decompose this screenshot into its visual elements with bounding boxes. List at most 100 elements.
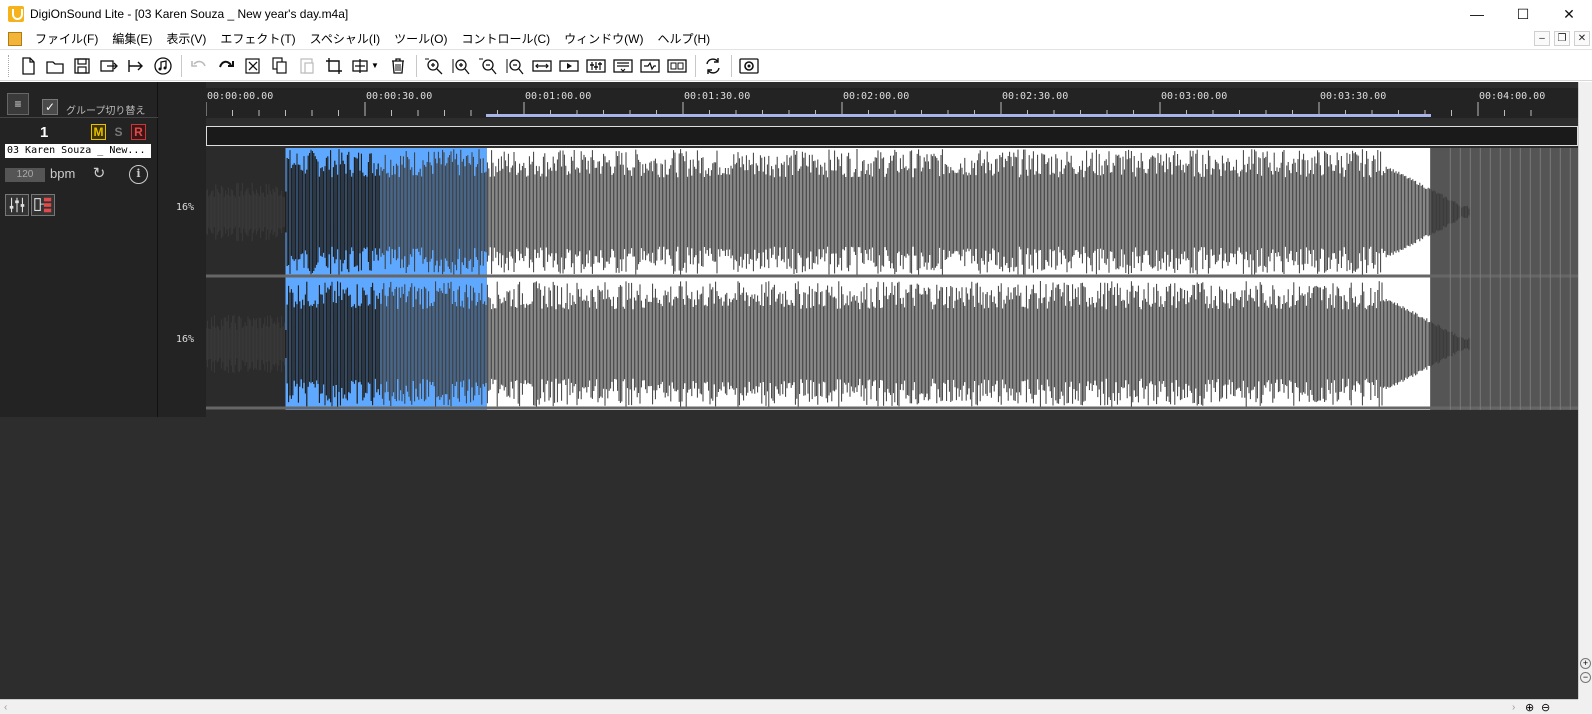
scrollbar-corner (1578, 699, 1592, 714)
undo-icon[interactable] (186, 54, 211, 78)
menu-tools[interactable]: ツール(O) (387, 30, 454, 47)
ruler-tick-label: 00:02:00.00 (843, 91, 909, 102)
reload-icon[interactable]: ↻ (91, 166, 107, 182)
menu-effect[interactable]: エフェクト(T) (213, 30, 302, 47)
waveform-svg (205, 148, 1578, 410)
ruler-tick-label: 00:01:00.00 (525, 91, 591, 102)
doc-close-button[interactable]: ✕ (1574, 31, 1590, 46)
list-icon[interactable] (610, 54, 635, 78)
track-header-panel: ≡ ✓ グループ切り替え 1 M S R 03 Karen Souza _ Ne… (0, 82, 158, 417)
track-name[interactable]: 03 Karen Souza _ New... (5, 144, 151, 158)
document-icon[interactable] (8, 31, 22, 46)
loop-icon[interactable] (637, 54, 662, 78)
window-controls: — ☐ ✕ (1454, 0, 1592, 28)
toolbar-separator (181, 54, 182, 77)
zoom-in-horizontal-icon[interactable]: ⊕ (1525, 701, 1534, 714)
doc-minimize-button[interactable]: – (1534, 31, 1550, 46)
menu-view[interactable]: 表示(V) (159, 30, 213, 47)
scroll-left-icon[interactable]: ‹ (4, 702, 7, 713)
bpm-input[interactable]: 120 (5, 168, 45, 182)
group-toggle-checkbox[interactable]: ✓ (42, 99, 58, 115)
open-folder-icon[interactable] (42, 54, 67, 78)
minimize-button[interactable]: — (1454, 0, 1500, 28)
track-route-icon[interactable] (31, 194, 55, 216)
window-title: DigiOnSound Lite - [03 Karen Souza _ New… (30, 7, 349, 21)
waveform-pre-region (206, 148, 286, 410)
track-mixer-icon[interactable] (5, 194, 29, 216)
waveform-view[interactable] (205, 148, 1578, 410)
fit-width-icon[interactable] (529, 54, 554, 78)
maximize-button[interactable]: ☐ (1500, 0, 1546, 28)
amplitude-gutter (158, 82, 206, 417)
redo-icon[interactable] (213, 54, 238, 78)
doc-restore-button[interactable]: ❐ (1554, 31, 1570, 46)
record-button[interactable]: R (131, 124, 146, 140)
copy-icon[interactable] (267, 54, 292, 78)
ruler-tick-label: 00:02:30.00 (1002, 91, 1068, 102)
close-button[interactable]: ✕ (1546, 0, 1592, 28)
empty-track-area (0, 417, 1578, 699)
channel-scale-label: 16% (176, 202, 195, 213)
group-toggle-label: グループ切り替え (66, 106, 146, 117)
cut-icon[interactable] (240, 54, 265, 78)
toolbar-separator (416, 54, 417, 77)
send-icon[interactable] (123, 54, 148, 78)
zoom-out-icon[interactable] (475, 54, 500, 78)
delete-icon[interactable] (385, 54, 410, 78)
toolbar-grip[interactable] (8, 54, 11, 77)
track-number: 1 (40, 124, 49, 141)
toolbar-separator (731, 54, 732, 77)
trim-icon[interactable] (348, 54, 373, 78)
toolbar: ▼ (0, 51, 1592, 81)
save-icon[interactable] (69, 54, 94, 78)
title-bar: DigiOnSound Lite - [03 Karen Souza _ New… (0, 0, 1592, 28)
overview-bar[interactable] (206, 126, 1578, 146)
menu-bar: ファイル(F) 編集(E) 表示(V) エフェクト(T) スペシャル(I) ツー… (0, 28, 1592, 50)
new-file-icon[interactable] (15, 54, 40, 78)
grid-icon[interactable] (664, 54, 689, 78)
loop-range-bar (486, 114, 1431, 117)
menu-help[interactable]: ヘルプ(H) (650, 30, 717, 47)
zoom-selection-icon[interactable] (448, 54, 473, 78)
time-ruler[interactable]: 00:00:00.00 00:00:30.00 00:01:00.00 00:01:3… (205, 88, 1578, 118)
monitor-icon[interactable] (736, 54, 761, 78)
waveform-tail-region (1430, 148, 1578, 410)
zoom-in-vertical-icon[interactable]: + (1580, 658, 1591, 669)
play-region-icon[interactable] (556, 54, 581, 78)
solo-button[interactable]: S (111, 124, 126, 140)
ruler-tick-label: 00:01:30.00 (684, 91, 750, 102)
menu-edit[interactable]: 編集(E) (105, 30, 159, 47)
convert-icon[interactable] (700, 54, 725, 78)
ruler-tick-label: 00:00:30.00 (366, 91, 432, 102)
zoom-fit-icon[interactable] (502, 54, 527, 78)
toolbar-separator (695, 54, 696, 77)
editor-area: ≡ ✓ グループ切り替え 1 M S R 03 Karen Souza _ Ne… (0, 82, 1578, 699)
ruler-tick-label: 00:03:30.00 (1320, 91, 1386, 102)
crop-icon[interactable] (321, 54, 346, 78)
menu-file[interactable]: ファイル(F) (28, 30, 105, 47)
export-icon[interactable] (96, 54, 121, 78)
menu-control[interactable]: コントロール(C) (454, 30, 557, 47)
chevron-down-icon[interactable]: ▼ (371, 61, 381, 70)
horizontal-scrollbar[interactable]: ‹ › ⊕ ⊖ (0, 699, 1578, 714)
menu-window[interactable]: ウィンドウ(W) (557, 30, 650, 47)
document-window-controls: – ❐ ✕ (1534, 31, 1590, 46)
app-logo-icon (8, 6, 24, 22)
vertical-scrollbar[interactable]: + − (1578, 82, 1592, 699)
channel-scale-label: 16% (176, 334, 195, 345)
info-icon[interactable]: i (129, 165, 148, 184)
menu-special[interactable]: スペシャル(I) (303, 30, 388, 47)
scroll-right-icon[interactable]: › (1512, 702, 1515, 713)
ruler-ticks: 00:00:00.00 00:00:30.00 00:01:00.00 00:01:3… (205, 91, 1545, 117)
ruler-tick-label: 00:03:00.00 (1161, 91, 1227, 102)
paste-icon[interactable] (294, 54, 319, 78)
sort-tracks-button[interactable]: ≡ (7, 93, 29, 115)
music-icon[interactable] (150, 54, 175, 78)
bpm-label: bpm (50, 166, 76, 181)
zoom-out-horizontal-icon[interactable]: ⊖ (1541, 701, 1550, 714)
zoom-out-vertical-icon[interactable]: − (1580, 672, 1591, 683)
mixer-icon[interactable] (583, 54, 608, 78)
ruler-tick-label: 00:04:00.00 (1479, 91, 1545, 102)
zoom-in-icon[interactable] (421, 54, 446, 78)
mute-button[interactable]: M (91, 124, 106, 140)
